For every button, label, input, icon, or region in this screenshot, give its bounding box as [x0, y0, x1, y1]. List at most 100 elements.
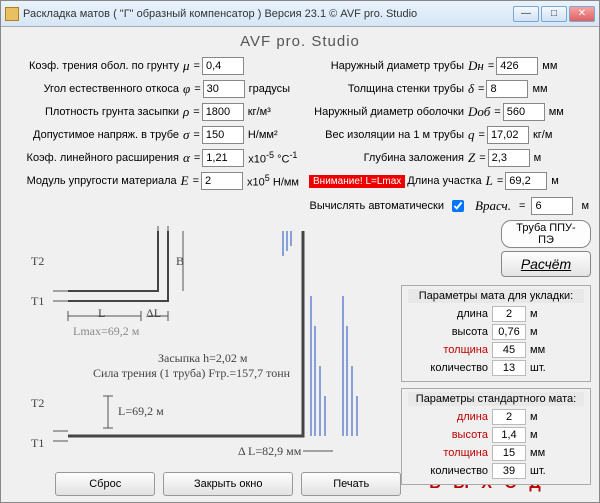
input-phi[interactable] — [203, 80, 245, 98]
diagram: T2 T1 L ΔL B Lmax=69,2 м Засыпка h=2,02 … — [13, 226, 373, 466]
panel-row: высотам — [408, 426, 584, 444]
mid-area: T2 T1 L ΔL B Lmax=69,2 м Засыпка h=2,02 … — [9, 220, 591, 470]
panel-row-value[interactable] — [492, 427, 526, 443]
unit-Dn: мм — [542, 60, 557, 72]
d-Lmax: Lmax=69,2 м — [73, 324, 139, 339]
panel-row-label: длина — [408, 411, 488, 423]
row-delta: Толщина стенки трубы δ= мм — [309, 79, 589, 99]
unit-Vrasch: м — [581, 200, 589, 212]
parameters-area: Коэф. трения обол. по грунту μ= Угол ест… — [9, 56, 591, 216]
label-alpha: Коэф. линейного расширения — [9, 152, 179, 164]
sym-q: q — [468, 127, 475, 143]
input-Z[interactable] — [488, 149, 530, 167]
panel-row-value[interactable] — [492, 409, 526, 425]
autocalc-row: Вычислять автоматически Врасч.= м — [309, 196, 589, 216]
input-Dn[interactable] — [496, 57, 538, 75]
panel-mat-lay-title: Параметры мата для укладки: — [408, 289, 584, 303]
d-T1b: T1 — [31, 436, 44, 451]
sym-alpha: α — [183, 150, 190, 166]
label-E: Модуль упругости материала — [9, 175, 177, 187]
panel-mat-lay: Параметры мата для укладки: длина2мвысот… — [401, 285, 591, 382]
minimize-button[interactable]: — — [513, 6, 539, 22]
left-params: Коэф. трения обол. по грунту μ= Угол ест… — [9, 56, 299, 216]
panel-row-value: 0,76 — [492, 324, 526, 340]
input-Vrasch[interactable] — [531, 197, 573, 215]
input-L[interactable] — [505, 172, 547, 190]
warn-badge: Внимание! L=Lmax — [309, 175, 405, 188]
diagram-svg — [13, 226, 373, 466]
panel-row-value: 2 — [492, 306, 526, 322]
right-column: Труба ППУ-ПЭ Расчёт Параметры мата для у… — [401, 220, 591, 491]
input-E[interactable] — [201, 172, 243, 190]
panel-row: количествошт. — [408, 462, 584, 480]
row-q: Вес изоляции на 1 м трубы q= кг/м — [309, 125, 589, 145]
d-T1a: T1 — [31, 294, 44, 309]
app-title: AVF pro. Studio — [9, 33, 591, 50]
label-q: Вес изоляции на 1 м трубы — [309, 129, 464, 141]
unit-E: x105 Н/мм — [247, 173, 299, 189]
unit-rho: кг/м³ — [248, 106, 271, 118]
input-q[interactable] — [487, 126, 529, 144]
d-dLval: Δ L=82,9 мм — [238, 444, 301, 459]
panel-row-unit: мм — [530, 344, 554, 356]
row-rho: Плотность грунта засыпки ρ= кг/м³ — [9, 102, 299, 122]
label-delta: Толщина стенки трубы — [309, 83, 464, 95]
sym-Dob: Dоб — [468, 104, 490, 120]
input-mu[interactable] — [202, 57, 244, 75]
print-button[interactable]: Печать — [301, 472, 401, 496]
d-zas: Засыпка h=2,02 м — [158, 351, 247, 366]
autocalc-label: Вычислять автоматически — [310, 200, 445, 212]
panel-row-value: 45 — [492, 342, 526, 358]
row-phi: Угол естественного откоса φ= градусы — [9, 79, 299, 99]
panel-row: высота 0,76 м — [408, 323, 584, 341]
panel-row: длина2м — [408, 305, 584, 323]
row-Z: Глубина заложения Z= м — [309, 148, 589, 168]
unit-alpha: x10-5 °C-1 — [248, 150, 297, 166]
close-window-button[interactable]: ✕ — [569, 6, 595, 22]
input-delta[interactable] — [486, 80, 528, 98]
panel-row-label: толщина — [408, 344, 488, 356]
right-params: Наружный диаметр трубы Dн= мм Толщина ст… — [309, 56, 589, 216]
panel-row-value[interactable] — [492, 463, 526, 479]
unit-phi: градусы — [249, 83, 290, 95]
sym-rho: ρ — [183, 104, 189, 120]
panel-row-value[interactable] — [492, 445, 526, 461]
sym-Vrasch: Врасч. — [475, 198, 511, 214]
input-rho[interactable] — [202, 103, 244, 121]
unit-q: кг/м — [533, 129, 552, 141]
panel-row: количество13шт. — [408, 359, 584, 377]
sym-sigma: σ — [183, 127, 189, 143]
input-alpha[interactable] — [202, 149, 244, 167]
sym-Dn: Dн — [468, 58, 484, 74]
label-Dn: Наружный диаметр трубы — [309, 60, 464, 72]
app-icon — [5, 7, 19, 21]
autocalc-checkbox[interactable] — [452, 200, 464, 212]
panel-mat-std: Параметры стандартного мата: длинамвысот… — [401, 388, 591, 485]
sym-E: E — [181, 173, 189, 189]
sym-L: L — [486, 173, 493, 189]
panel-row-unit: м — [530, 326, 554, 338]
window-buttons: — □ ✕ — [513, 6, 595, 22]
d-Lval: L=69,2 м — [118, 404, 164, 419]
panel-row: длина м — [408, 408, 584, 426]
row-alpha: Коэф. линейного расширения α= x10-5 °C-1 — [9, 148, 299, 168]
pipe-type-pill[interactable]: Труба ППУ-ПЭ — [501, 220, 591, 248]
label-Dob: Наружный диаметр оболочки — [309, 106, 464, 118]
d-T2a: T2 — [31, 254, 44, 269]
reset-button[interactable]: Сброс — [55, 472, 155, 496]
input-Dob[interactable] — [503, 103, 545, 121]
input-sigma[interactable] — [202, 126, 244, 144]
panel-row-unit: м — [530, 411, 554, 423]
sym-mu: μ — [183, 58, 190, 74]
panel-row-label: высота — [408, 326, 488, 338]
maximize-button[interactable]: □ — [541, 6, 567, 22]
calculate-button[interactable]: Расчёт — [501, 251, 591, 277]
d-dL: ΔL — [146, 306, 161, 321]
panel-row-label: длина — [408, 308, 488, 320]
close-button[interactable]: Закрыть окно — [163, 472, 293, 496]
panel-row-unit: шт. — [530, 362, 554, 374]
row-E: Модуль упругости материала E= x105 Н/мм — [9, 171, 299, 191]
titlebar: Раскладка матов ( "Г" образный компенсат… — [1, 1, 599, 27]
row-Dob: Наружный диаметр оболочки Dоб= мм — [309, 102, 589, 122]
d-L: L — [98, 306, 105, 321]
